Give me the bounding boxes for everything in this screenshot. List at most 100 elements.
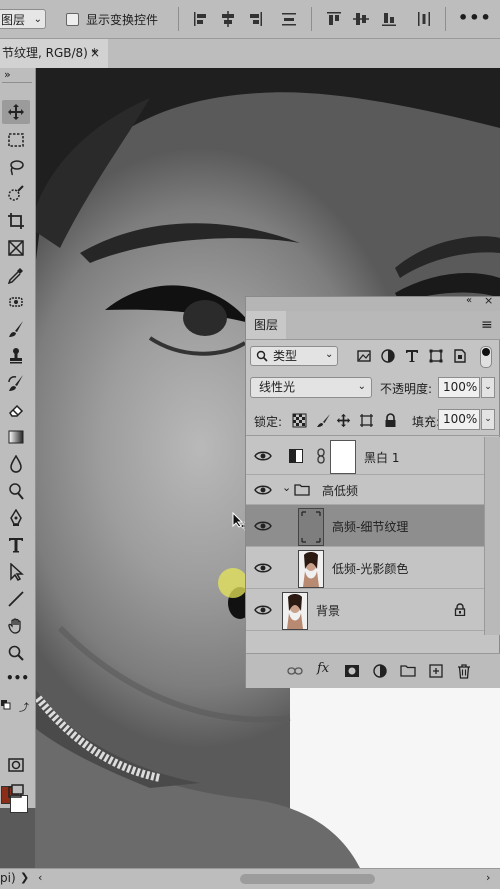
more-options-icon[interactable]: ••• (458, 8, 492, 27)
panel-menu-icon[interactable]: ≡ (481, 317, 493, 333)
link-icon[interactable] (316, 448, 326, 464)
align-vertical-centers-icon[interactable] (352, 10, 370, 28)
lock-transparent-pixels-icon[interactable] (292, 413, 307, 428)
delete-layer-trash-icon[interactable] (456, 663, 472, 679)
eye-icon[interactable] (254, 450, 272, 462)
fill-input[interactable]: 100% (438, 409, 480, 430)
move-tool-icon[interactable] (2, 100, 30, 124)
opacity-slider-toggle[interactable]: ⌄ (481, 377, 495, 398)
layer-name: 高低频 (322, 484, 359, 498)
brush-tool-icon[interactable] (2, 317, 30, 341)
auto-select-dropdown[interactable]: 图层 ⌄ (0, 9, 46, 29)
lock-artboard-icon[interactable] (359, 413, 374, 428)
align-right-edges-icon[interactable] (246, 10, 264, 28)
layer-row-high-frequency[interactable]: 高频-细节纹理 (246, 505, 484, 547)
dodge-tool-icon[interactable] (2, 479, 30, 503)
gradient-tool-icon[interactable] (2, 425, 30, 449)
clone-stamp-tool-icon[interactable] (2, 344, 30, 368)
align-horizontal-centers-icon[interactable] (219, 10, 237, 28)
layer-name: 低频-光影颜色 (332, 562, 409, 576)
path-selection-tool-icon[interactable] (2, 560, 30, 584)
align-left-edges-icon[interactable] (192, 10, 210, 28)
lasso-tool-icon[interactable] (2, 155, 30, 179)
toolbar-collapse-icon[interactable]: » (4, 68, 11, 81)
align-top-edges-icon[interactable] (325, 10, 343, 28)
zoom-tool-icon[interactable] (2, 641, 30, 665)
layer-style-fx-icon[interactable]: fx (317, 661, 329, 676)
tab-layers[interactable]: 图层 (246, 311, 286, 339)
status-menu-arrow-icon[interactable]: ❯ (20, 871, 29, 884)
type-tool-icon[interactable] (2, 533, 30, 557)
default-colors-icon[interactable] (1, 699, 11, 710)
layer-row-background[interactable]: 背景 (246, 589, 484, 631)
document-tab[interactable]: 节纹理, RGB/8) * × (0, 39, 108, 68)
filter-toggle-switch[interactable] (480, 346, 492, 368)
eyedropper-tool-icon[interactable] (2, 263, 30, 287)
swap-colors-icon[interactable]: ⤴ (19, 699, 31, 714)
layer-filter-row: 类型 ⌄ (246, 340, 500, 370)
layer-row-black-white[interactable]: 黑白 1 (246, 437, 484, 475)
eye-icon[interactable] (254, 604, 272, 616)
layer-thumbnail[interactable] (282, 592, 308, 630)
more-tools-icon[interactable]: ••• (6, 671, 29, 685)
distribute-vertical-icon[interactable] (280, 10, 298, 28)
layer-group-row[interactable]: ⌄ 高低频 (246, 475, 484, 505)
chevron-down-icon: ⌄ (357, 381, 366, 392)
new-group-folder-icon[interactable] (400, 663, 416, 679)
filter-adjustment-icon[interactable] (380, 348, 396, 364)
hand-tool-icon[interactable] (2, 614, 30, 638)
marquee-tool-icon[interactable] (2, 128, 30, 152)
blend-mode-dropdown[interactable]: 线性光 ⌄ (250, 377, 372, 398)
new-layer-icon[interactable] (428, 663, 444, 679)
layer-row-low-frequency[interactable]: 低频-光影颜色 (246, 547, 484, 589)
align-bottom-edges-icon[interactable] (380, 10, 398, 28)
spot-healing-tool-icon[interactable] (2, 290, 30, 314)
filter-type-icon[interactable] (404, 348, 420, 364)
eye-icon[interactable] (254, 562, 272, 574)
blur-tool-icon[interactable] (2, 452, 30, 476)
fill-slider-toggle[interactable]: ⌄ (481, 409, 495, 430)
divider (2, 82, 32, 83)
crop-tool-icon[interactable] (2, 209, 30, 233)
horizontal-scrollbar-thumb[interactable] (240, 874, 375, 884)
layers-panel-footer: fx (246, 653, 500, 688)
frame-tool-icon[interactable] (2, 236, 30, 260)
eye-icon[interactable] (254, 484, 272, 496)
lock-row: 锁定: 填充: 100% ⌄ (246, 405, 500, 436)
pen-tool-icon[interactable] (2, 506, 30, 530)
quick-mask-icon[interactable] (2, 753, 30, 777)
scroll-right-arrow-icon[interactable]: › (486, 871, 490, 884)
line-tool-icon[interactable] (2, 587, 30, 611)
eye-icon[interactable] (254, 520, 272, 532)
lock-position-icon[interactable] (336, 413, 351, 428)
fill-label: 填充: (412, 415, 441, 429)
history-brush-tool-icon[interactable] (2, 371, 30, 395)
quick-selection-tool-icon[interactable] (2, 182, 30, 206)
auto-select-value: 图层 (1, 13, 26, 27)
add-mask-icon[interactable] (344, 663, 360, 679)
layer-thumbnail[interactable] (298, 550, 324, 588)
screen-mode-icon[interactable] (2, 780, 30, 804)
filter-pixel-icon[interactable] (356, 348, 372, 364)
lock-image-pixels-icon[interactable] (316, 413, 331, 428)
new-adjustment-layer-icon[interactable] (372, 663, 388, 679)
show-transform-checkbox[interactable] (66, 13, 79, 26)
close-icon[interactable]: × (484, 294, 493, 307)
lock-icon[interactable] (454, 603, 466, 617)
show-transform-label: 显示变换控件 (86, 13, 159, 27)
layer-mask-thumbnail[interactable] (330, 440, 356, 474)
distribute-horizontal-icon[interactable] (415, 10, 433, 28)
close-icon[interactable]: × (90, 39, 100, 67)
collapse-panel-icon[interactable]: « (466, 295, 472, 306)
filter-shape-icon[interactable] (428, 348, 444, 364)
scroll-left-arrow-icon[interactable]: ‹ (38, 871, 42, 884)
eraser-tool-icon[interactable] (2, 398, 30, 422)
opacity-input[interactable]: 100% (438, 377, 480, 398)
chevron-down-icon[interactable]: ⌄ (282, 481, 291, 494)
layer-thumbnail[interactable] (298, 508, 324, 546)
link-layers-icon[interactable] (287, 663, 303, 679)
filter-smart-object-icon[interactable] (452, 348, 468, 364)
lock-all-icon[interactable] (383, 413, 398, 428)
layers-scrollbar[interactable] (484, 437, 500, 635)
filter-kind-dropdown[interactable]: 类型 ⌄ (250, 346, 338, 366)
